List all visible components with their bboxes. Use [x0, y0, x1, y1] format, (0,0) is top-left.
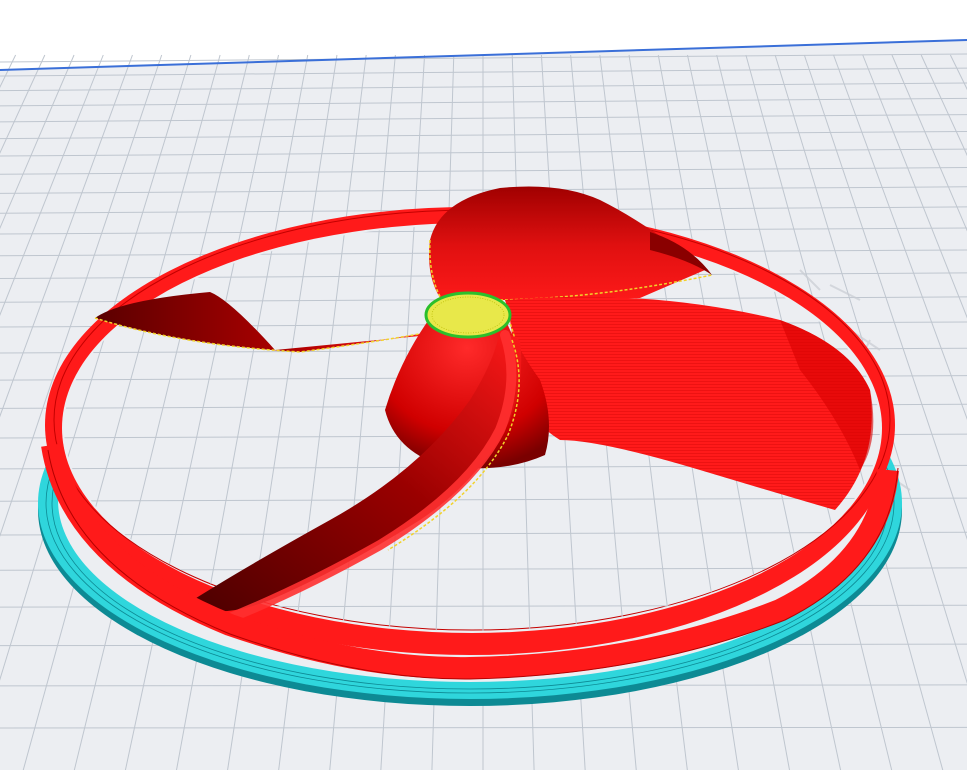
3d-viewport[interactable]: [0, 0, 967, 770]
layer-view-scene[interactable]: [0, 0, 967, 770]
hub-top-layer[interactable]: [424, 291, 512, 339]
